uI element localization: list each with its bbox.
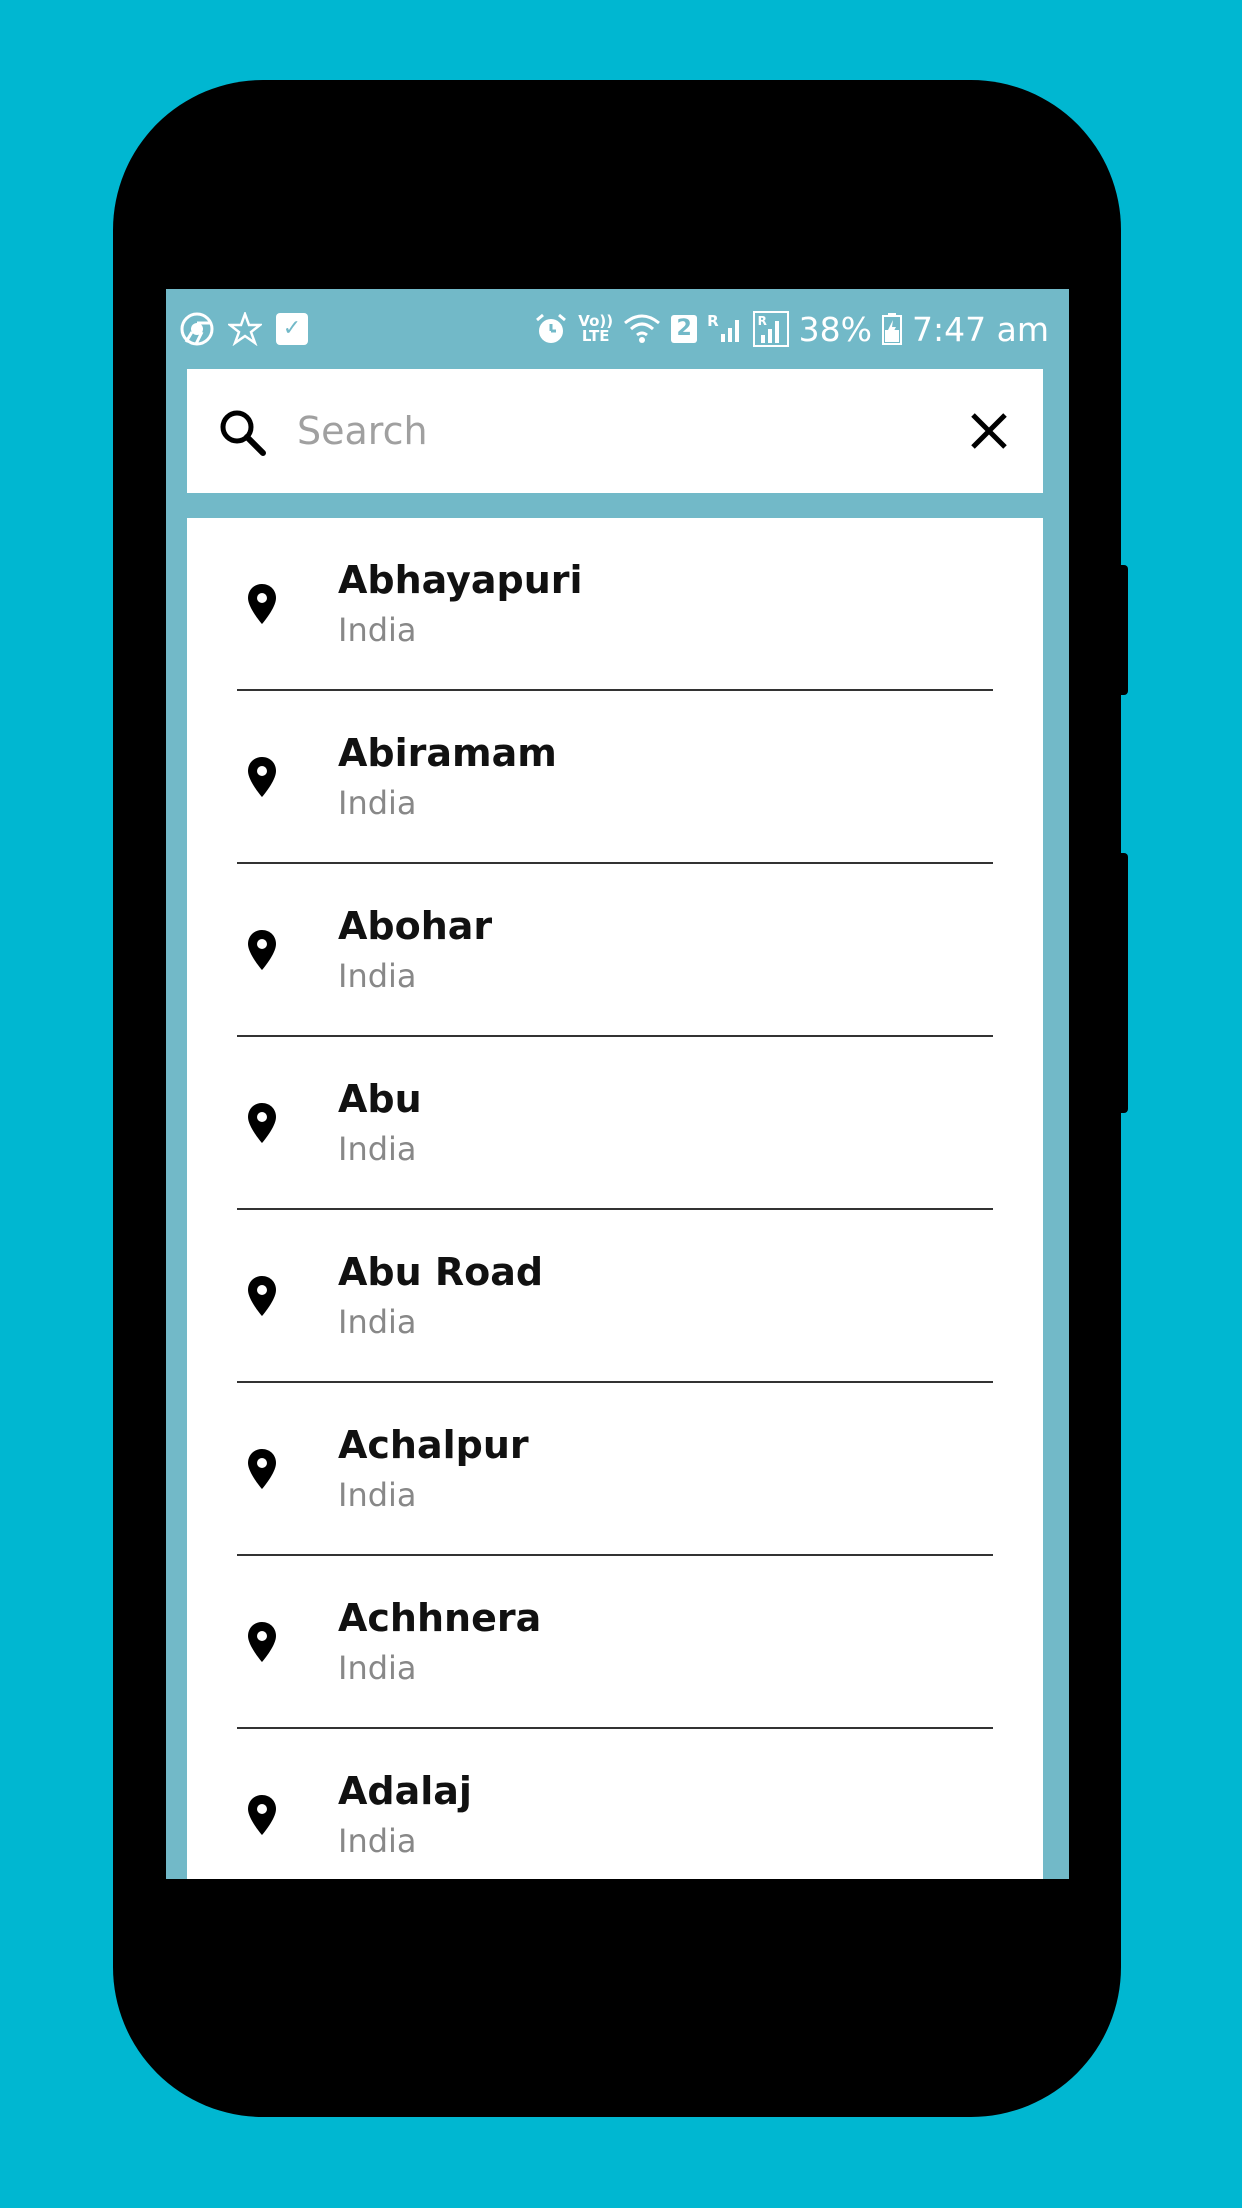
phone-side-button-volume (1112, 853, 1128, 1113)
search-input[interactable] (297, 397, 937, 465)
list-item[interactable]: Abiramam India (237, 691, 993, 864)
city-name: Achhnera (338, 1596, 542, 1640)
location-pin-icon (247, 1275, 277, 1317)
roaming-indicator: R (707, 312, 719, 330)
city-name: Abohar (338, 904, 493, 948)
city-name: Abu Road (338, 1250, 544, 1294)
list-item[interactable]: Abu Road India (237, 1210, 993, 1383)
roaming-indicator-2: R (757, 314, 767, 328)
volte-bottom-label: LTE (581, 327, 610, 345)
chrome-icon (180, 312, 214, 346)
status-bar-left: ✓ (180, 301, 308, 357)
city-name: Abhayapuri (338, 558, 583, 602)
app-screen: ✓ Vo)) LTE 2 R R 38% 7:47 am Search Abha… (166, 289, 1069, 1879)
clock: 7:47 am (912, 309, 1049, 349)
country-name: India (338, 1303, 417, 1341)
star-icon (228, 312, 262, 346)
wifi-icon (623, 313, 661, 345)
country-name: India (338, 957, 417, 995)
country-name: India (338, 784, 417, 822)
city-name: Adalaj (338, 1769, 472, 1813)
location-pin-icon (247, 756, 277, 798)
location-pin-icon (247, 1621, 277, 1663)
signal-icon-2: R (752, 311, 789, 347)
battery-charging-icon (882, 313, 903, 345)
status-bar: ✓ Vo)) LTE 2 R R 38% 7:47 am (166, 289, 1069, 369)
list-item[interactable]: Achhnera India (237, 1556, 993, 1729)
country-name: India (338, 1476, 417, 1514)
location-pin-icon (247, 929, 277, 971)
location-pin-icon (247, 1102, 277, 1144)
list-item[interactable]: Adalaj India (237, 1729, 993, 1879)
list-item[interactable]: Abu India (237, 1037, 993, 1210)
location-pin-icon (247, 1448, 277, 1490)
city-name: Abu (338, 1077, 422, 1121)
alarm-icon (534, 312, 568, 346)
city-name: Achalpur (338, 1423, 529, 1467)
location-pin-icon (247, 1794, 277, 1836)
list-item[interactable]: Abohar India (237, 864, 993, 1037)
volte-icon: Vo)) LTE (578, 314, 613, 344)
country-name: India (338, 611, 417, 649)
signal-icon: R (707, 314, 743, 344)
list-item[interactable]: Abhayapuri India (237, 518, 993, 691)
status-bar-right: Vo)) LTE 2 R R 38% 7:47 am (534, 301, 1049, 357)
search-icon[interactable] (217, 407, 267, 457)
phone-side-button-power (1112, 565, 1128, 695)
sim-2-badge: 2 (671, 315, 698, 343)
search-bar[interactable] (187, 369, 1043, 493)
list-item[interactable]: Achalpur India (237, 1383, 993, 1556)
country-name: India (338, 1649, 417, 1687)
results-list: Abhayapuri India Abiramam India Abohar I… (187, 518, 1043, 1879)
city-name: Abiramam (338, 731, 557, 775)
battery-percent: 38% (798, 309, 873, 349)
location-pin-icon (247, 583, 277, 625)
close-icon[interactable] (967, 409, 1011, 453)
country-name: India (338, 1822, 417, 1860)
country-name: India (338, 1130, 417, 1168)
check-notification-icon: ✓ (276, 313, 308, 345)
